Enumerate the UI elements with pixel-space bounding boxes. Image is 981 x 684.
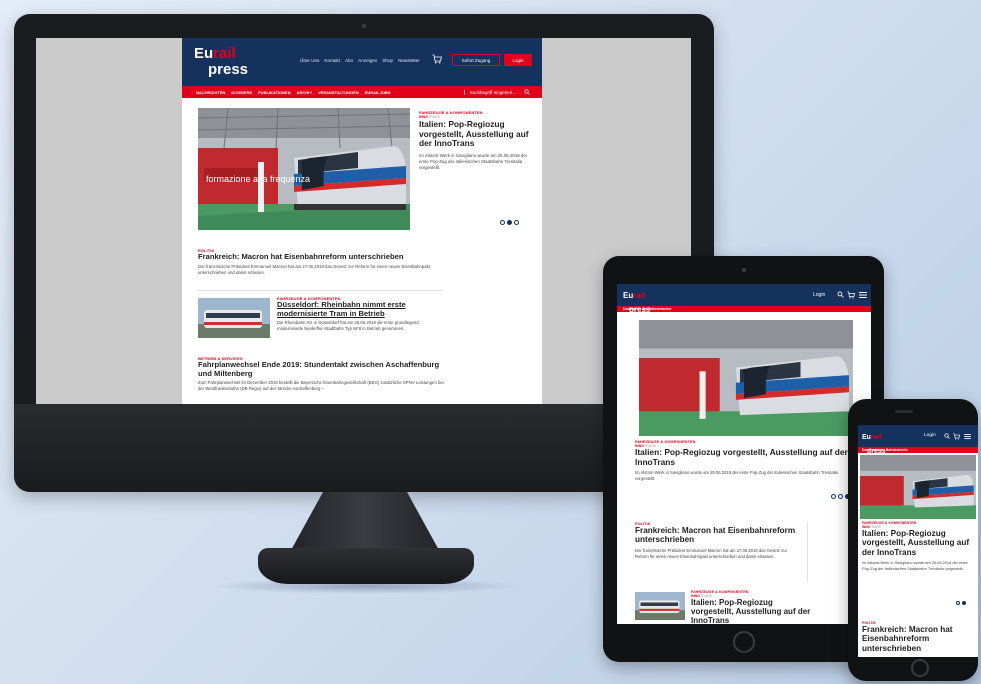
article-headline[interactable]: Düsseldorf: Rheinbahn nimmt erste modern…	[277, 300, 437, 318]
desktop-screen: Eurail press Über Uns Kontakt Abo Anzeig…	[36, 38, 691, 404]
train-photo: formazione alta frequenza	[198, 108, 410, 230]
carousel-dot-3[interactable]	[514, 220, 519, 225]
article-item-politik[interactable]: POLITIK Frankreich: Macron hat Eisenbahn…	[198, 248, 442, 275]
carousel-dot-2[interactable]	[962, 601, 966, 605]
menu-icon[interactable]	[964, 434, 971, 439]
tablet-hero-image[interactable]	[639, 320, 853, 436]
article-headline[interactable]: Italien: Pop-Regiozug vorgestellt, Ausst…	[691, 598, 811, 624]
article-divider	[198, 290, 442, 291]
header-link-ueber-uns[interactable]: Über Uns	[300, 58, 319, 63]
site-header: Eurail press Über Uns Kontakt Abo Anzeig…	[182, 38, 542, 86]
phone-logo[interactable]: Eurail press	[862, 428, 886, 457]
search-icon[interactable]	[837, 291, 844, 298]
phone-carousel-dots	[956, 601, 966, 605]
phone-hero-article[interactable]: FAHRZEUGE & KOMPONENTEN INNOTRANS Italie…	[862, 521, 974, 571]
search-icon[interactable]	[524, 89, 530, 95]
phone-screen: Eurail press Login Das Portal der Bahnbr…	[858, 425, 978, 657]
login-button[interactable]: Login	[504, 54, 532, 66]
article-teaser: Der französische Präsident Emmanuel Macr…	[635, 547, 787, 559]
article-teaser: Die Rheinbahn AG in Düsseldorf hat am 25…	[277, 320, 419, 332]
search-input[interactable]: Suchbegriff eingeben...	[463, 89, 516, 95]
tram-photo	[635, 592, 685, 620]
tablet-article-politik[interactable]: POLITIK Frankreich: Macron hat Eisenbahn…	[635, 522, 801, 559]
carousel-dot-1[interactable]	[956, 601, 960, 605]
header-link-shop[interactable]: Shop	[382, 58, 393, 63]
hero-teaser: Im Alstom-Werk in Savigliano wurde am 25…	[635, 470, 838, 481]
tram-photo	[198, 298, 270, 338]
tablet-home-button[interactable]	[733, 631, 755, 653]
article-headline[interactable]: Frankreich: Macron hat Eisenbahnreform u…	[862, 625, 974, 653]
tablet-camera	[742, 268, 746, 272]
header-link-kontakt[interactable]: Kontakt	[324, 58, 340, 63]
train-photo	[860, 455, 976, 519]
tablet-logo[interactable]: Eurail press	[623, 287, 650, 316]
hero-teaser: Im Alstom-Werk in Savigliano wurde am 26…	[862, 560, 968, 571]
logo-part-press: press	[208, 61, 249, 78]
tablet-header: Eurail press Login	[617, 284, 871, 314]
carousel-dots	[500, 220, 519, 225]
site-logo[interactable]: Eurail press	[194, 46, 248, 77]
monitor-stand-base	[258, 548, 474, 584]
carousel-dot-1[interactable]	[831, 494, 836, 499]
monitor-camera	[362, 24, 366, 28]
train-photo	[639, 320, 853, 436]
article-teaser: Der französische Präsident Emmanuel Macr…	[198, 263, 430, 275]
header-link-abo[interactable]: Abo	[345, 58, 353, 63]
article-headline[interactable]: Frankreich: Macron hat Eisenbahnreform u…	[198, 252, 442, 262]
monitor-stand-neck	[290, 492, 440, 552]
phone-article-politik[interactable]: POLITIK Frankreich: Macron hat Eisenbahn…	[862, 621, 974, 653]
nav-item-archiv[interactable]: ARCHIV	[297, 90, 312, 95]
carousel-dot-2[interactable]	[838, 494, 843, 499]
article-headline[interactable]: Fahrplanwechsel Ende 2019: Stundentakt z…	[198, 360, 448, 378]
hero-headline[interactable]: Italien: Pop-Regiozug vorgestellt, Ausst…	[419, 119, 531, 149]
cart-icon[interactable]	[432, 54, 442, 64]
header-link-anzeigen[interactable]: Anzeigen	[358, 58, 377, 63]
phone-hero-image[interactable]	[860, 455, 976, 519]
phone-login-link[interactable]: Login	[924, 433, 936, 438]
logo-part-rail: rail	[213, 45, 236, 62]
article-divider	[807, 522, 808, 582]
main-nav: NACHRICHTEN DOSSIERS PUBLIKATIONEN ARCHI…	[182, 86, 542, 98]
nav-item-nachrichten[interactable]: NACHRICHTEN	[196, 90, 225, 95]
cart-icon[interactable]	[847, 291, 855, 299]
nav-item-veranstaltungen[interactable]: VERANSTALTUNGEN	[318, 90, 359, 95]
tablet-hero-article[interactable]: FAHRZEUGE & KOMPONENTEN INNOTRANS Italie…	[635, 440, 857, 482]
desktop-website: Eurail press Über Uns Kontakt Abo Anzeig…	[182, 38, 542, 404]
article-thumbnail[interactable]	[198, 298, 270, 338]
hero-teaser: Im Alstom-Werk in Savigliano wurde am 25…	[419, 152, 528, 170]
phone-speaker	[895, 410, 913, 413]
tablet-article-thumbnail[interactable]	[635, 592, 685, 620]
nav-item-euraljobs[interactable]: EURAILJOBS	[365, 90, 391, 95]
article-item-duesseldorf[interactable]: FAHRZEUGE & KOMPONENTEN Düsseldorf: Rhei…	[277, 296, 437, 332]
nav-search[interactable]: Suchbegriff eingeben...	[463, 86, 530, 98]
menu-icon[interactable]	[859, 292, 867, 298]
nav-item-dossiers[interactable]: DOSSIERS	[231, 90, 252, 95]
article-item-fahrplan[interactable]: BETRIEB & SERVICES Fahrplanwechsel Ende …	[198, 356, 448, 392]
tablet-tagline: Das Portal der Bahnbranche	[617, 306, 871, 312]
tablet-screen: Eurail press Login Das Portal der Bahnbr…	[617, 284, 871, 624]
cart-icon[interactable]	[953, 433, 960, 440]
hero-article[interactable]: FAHRZEUGE & KOMPONENTEN INNOTRANS Italie…	[419, 110, 531, 171]
logo-part-eu: Eu	[194, 45, 214, 62]
nav-item-publikationen[interactable]: PUBLIKATIONEN	[258, 90, 291, 95]
phone-home-button[interactable]	[911, 659, 929, 677]
phone-header: Eurail press Login	[858, 425, 978, 455]
hero-headline[interactable]: Italien: Pop-Regiozug vorgestellt, Ausst…	[862, 529, 974, 557]
hero-headline[interactable]: Italien: Pop-Regiozug vorgestellt, Ausst…	[635, 447, 857, 467]
header-links: Über Uns Kontakt Abo Anzeigen Shop Newsl…	[300, 58, 420, 63]
header-link-newsletter[interactable]: Newsletter	[398, 58, 420, 63]
article-headline[interactable]: Frankreich: Macron hat Eisenbahnreform u…	[635, 526, 801, 545]
hero-image[interactable]: formazione alta frequenza	[198, 108, 410, 230]
tablet-article-2[interactable]: FAHRZEUGE & KOMPONENTEN INNOTRANS Italie…	[691, 590, 811, 624]
carousel-dot-1[interactable]	[500, 220, 505, 225]
search-icon[interactable]	[944, 433, 950, 439]
sofort-zugang-button[interactable]: Sofort Zugang	[452, 54, 500, 66]
carousel-dot-2[interactable]	[507, 220, 512, 225]
article-teaser: Zum Fahrplanwechsel im Dezember 2019 bes…	[198, 380, 444, 392]
tablet-login-link[interactable]: Login	[813, 292, 825, 298]
